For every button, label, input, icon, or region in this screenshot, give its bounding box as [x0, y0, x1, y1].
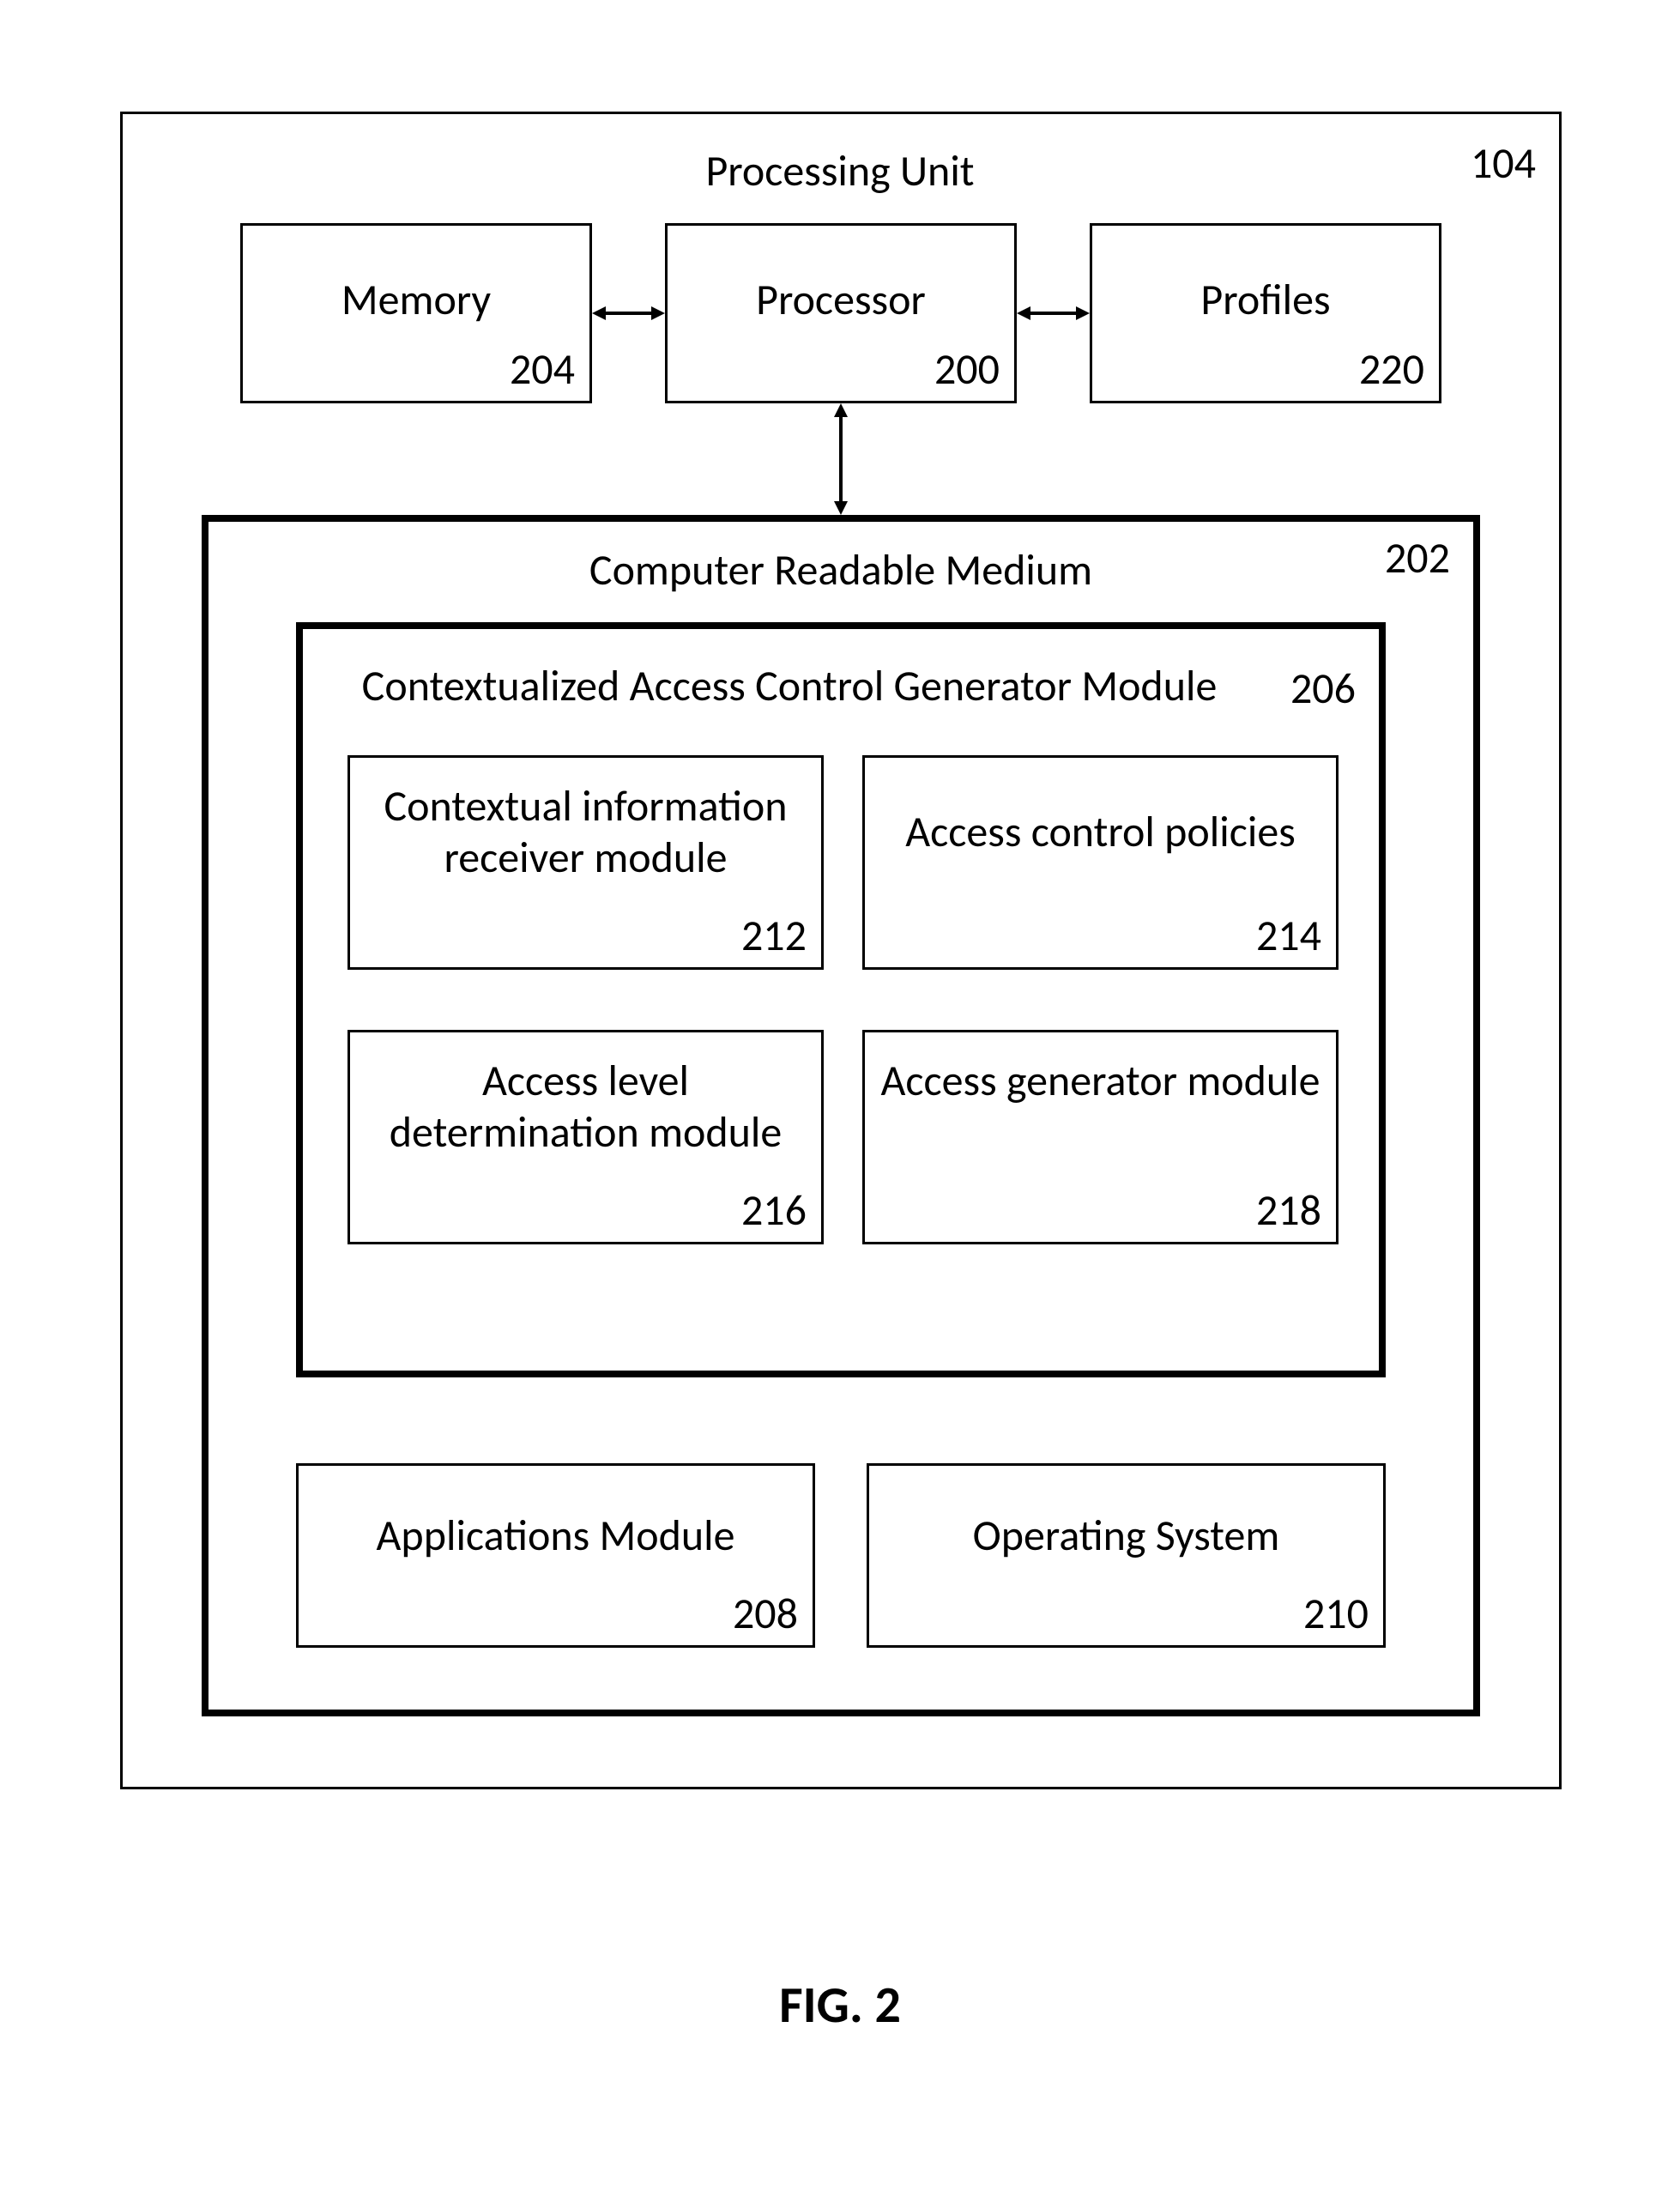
page: Processing Unit 104 Memory 204 Processor… — [0, 0, 1680, 2203]
profiles-label: Profiles — [1090, 275, 1441, 326]
applications-label: Applications Module — [296, 1510, 815, 1562]
processor-ref: 200 — [914, 343, 1000, 396]
connector-processor-profiles — [1017, 296, 1090, 330]
level-det-ref: 216 — [721, 1184, 807, 1237]
memory-label: Memory — [240, 275, 592, 326]
cac-module-ref: 206 — [1270, 663, 1356, 715]
processing-unit-ref: 104 — [1459, 137, 1536, 190]
memory-ref: 204 — [489, 343, 575, 396]
access-gen-ref: 218 — [1236, 1184, 1321, 1237]
figure-caption: FIG. 2 — [0, 1974, 1680, 2037]
policies-ref: 214 — [1236, 910, 1321, 962]
profiles-ref: 220 — [1339, 343, 1424, 396]
connector-processor-crm — [824, 403, 858, 515]
crm-ref: 202 — [1364, 532, 1450, 584]
os-label: Operating System — [867, 1510, 1386, 1562]
processor-label: Processor — [665, 275, 1017, 326]
cac-module-box — [296, 622, 1386, 1377]
policies-label: Access control policies — [871, 807, 1330, 858]
os-ref: 210 — [1283, 1588, 1369, 1640]
processing-unit-title: Processing Unit — [0, 146, 1680, 197]
applications-ref: 208 — [712, 1588, 798, 1640]
access-gen-label: Access generator module — [871, 1056, 1330, 1107]
cac-module-title: Contextualized Access Control Generator … — [313, 661, 1266, 712]
ctx-receiver-label: Contextual information receiver module — [356, 781, 815, 884]
level-det-label: Access level determination module — [356, 1056, 815, 1159]
connector-memory-processor — [592, 296, 665, 330]
ctx-receiver-ref: 212 — [721, 910, 807, 962]
crm-title: Computer Readable Medium — [202, 545, 1480, 596]
